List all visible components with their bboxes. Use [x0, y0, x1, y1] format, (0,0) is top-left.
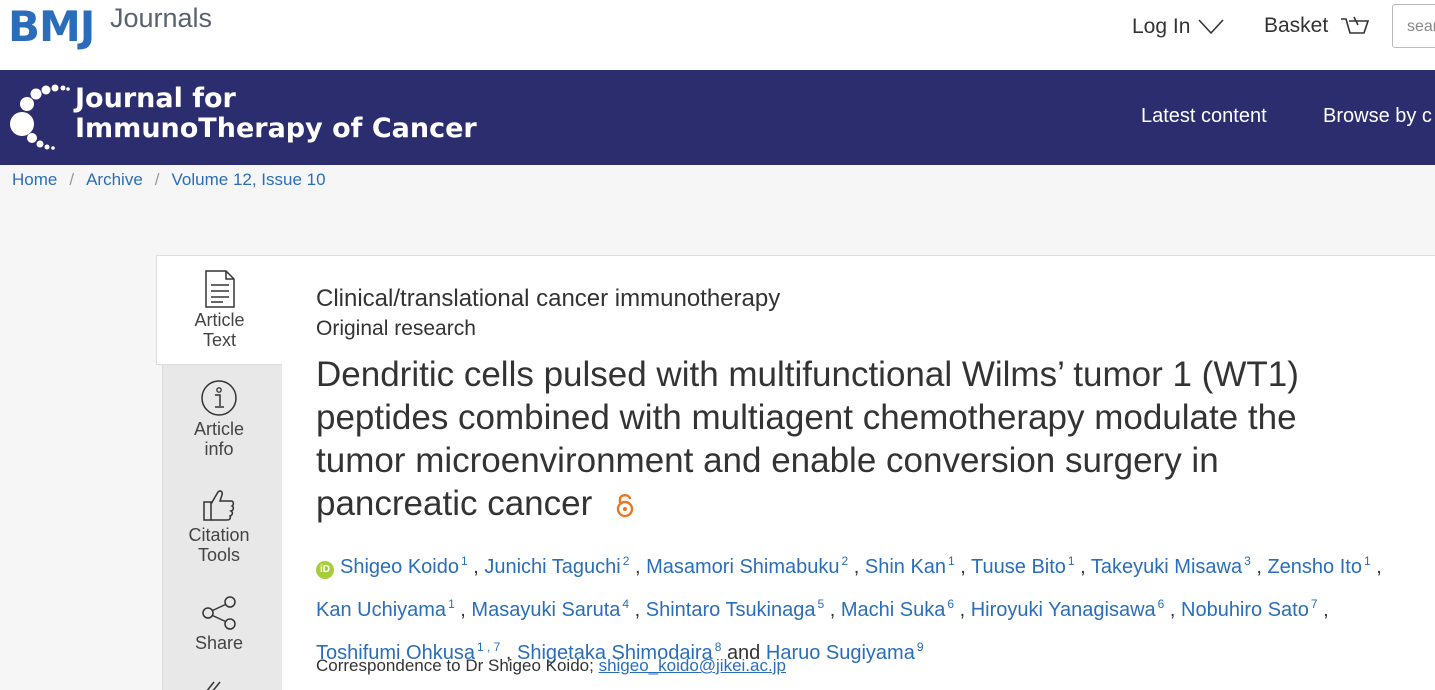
journals-label[interactable]: Journals — [110, 3, 212, 34]
author-link[interactable]: Junichi Taguchi — [484, 556, 620, 578]
affiliation-ref[interactable]: 1 — [1068, 554, 1075, 568]
tab-article-text-line1: Article — [194, 310, 245, 330]
login-label: Log In — [1132, 15, 1191, 38]
author-link[interactable]: Tuuse Bito — [971, 556, 1066, 578]
affiliation-ref[interactable]: 4 — [622, 597, 629, 611]
journal-title-line1: Journal for — [75, 83, 236, 114]
bmj-logo[interactable]: BMJ — [8, 2, 95, 51]
author-link[interactable]: Hiroyuki Yanagisawa — [971, 599, 1156, 621]
basket-label: Basket — [1264, 14, 1329, 37]
author-link[interactable]: Shintaro Tsukinaga — [646, 599, 816, 621]
affiliation-ref[interactable]: 2 — [623, 554, 630, 568]
affiliation-ref[interactable]: 1 — [461, 554, 468, 568]
thumbs-up-icon — [203, 490, 235, 521]
tab-article-info-line2: info — [204, 439, 234, 459]
affiliation-ref[interactable]: 1 — [1364, 554, 1371, 568]
affiliation-ref[interactable]: 1 — [948, 554, 955, 568]
affiliation-ref[interactable]: 5 — [818, 597, 825, 611]
author-link[interactable]: Shigeo Koido — [340, 556, 459, 578]
info-icon — [201, 380, 237, 416]
breadcrumb-home[interactable]: Home — [12, 170, 57, 190]
search-input[interactable]: search — [1392, 4, 1435, 48]
author-link[interactable]: Masamori Shimabuku — [646, 556, 839, 578]
tab-citation-tools[interactable]: Citation Tools — [156, 487, 282, 565]
author-link[interactable]: Nobuhiro Sato — [1181, 599, 1309, 621]
journal-header: Journal for ImmunoTherapy of Cancer Late… — [0, 70, 1435, 165]
breadcrumb-separator: / — [69, 170, 75, 189]
correspondence-email[interactable]: shigeo_koido@jikei.ac.jp — [599, 656, 786, 675]
nav-browse-by[interactable]: Browse by c — [1323, 105, 1432, 128]
affiliation-ref[interactable]: 2 — [842, 554, 849, 568]
journal-logo-icon[interactable] — [6, 78, 70, 154]
author-link[interactable]: Haruo Sugiyama — [766, 642, 915, 664]
affiliation-ref[interactable]: 9 — [917, 640, 924, 654]
top-bar: BMJ Journals Log In Basket search — [0, 0, 1435, 70]
author-link[interactable]: Zensho Ito — [1267, 556, 1362, 578]
author-link[interactable]: Machi Suka — [841, 599, 946, 621]
basket-button[interactable]: Basket — [1264, 14, 1370, 38]
affiliation-ref[interactable]: 8 — [715, 640, 722, 654]
author-link[interactable]: Kan Uchiyama — [316, 599, 446, 621]
article-title: Dendritic cells pulsed with multifunctio… — [316, 353, 1376, 525]
affiliation-ref[interactable]: 6 — [947, 597, 954, 611]
journal-title[interactable]: Journal for ImmunoTherapy of Cancer — [75, 84, 477, 144]
basket-icon — [1341, 16, 1370, 34]
breadcrumb-separator: / — [154, 170, 160, 189]
nav-latest-content[interactable]: Latest content — [1141, 105, 1267, 128]
orcid-icon[interactable]: iD — [316, 561, 334, 579]
tab-citation-tools-line2: Tools — [197, 545, 241, 565]
share-icon — [202, 596, 236, 630]
tab-share-line1: Share — [194, 633, 244, 653]
breadcrumb: Home / Archive / Volume 12, Issue 10 — [12, 170, 326, 190]
tab-share[interactable]: Share — [156, 595, 282, 653]
correspondence: Correspondence to Dr Shigeo Koido; shige… — [316, 656, 786, 676]
correspondence-prefix: Correspondence to Dr Shigeo Koido; — [316, 656, 594, 675]
tab-article-text-line2: Text — [202, 330, 236, 350]
breadcrumb-issue[interactable]: Volume 12, Issue 10 — [172, 170, 326, 190]
open-access-icon — [616, 494, 634, 518]
next-tab-icon — [206, 681, 221, 690]
author-link[interactable]: Takeyuki Misawa — [1091, 556, 1242, 578]
author-link[interactable]: Masayuki Saruta — [471, 599, 620, 621]
article-side-tabs: Article Text Article info Citation Tools… — [156, 255, 282, 690]
affiliation-ref[interactable]: 1 , 7 — [477, 640, 500, 654]
article-category: Clinical/translational cancer immunother… — [316, 285, 781, 312]
breadcrumb-archive[interactable]: Archive — [86, 170, 143, 190]
tab-article-info[interactable]: Article info — [156, 379, 282, 459]
chevron-down-icon — [1198, 19, 1224, 35]
affiliation-ref[interactable]: 3 — [1244, 554, 1251, 568]
login-button[interactable]: Log In — [1132, 15, 1224, 39]
tab-article-info-line1: Article — [193, 419, 244, 439]
article-type: Original research — [316, 317, 476, 340]
affiliation-ref[interactable]: 6 — [1158, 597, 1165, 611]
author-list: iD Shigeo Koido 1 , Junichi Taguchi 2 , Mas… — [316, 554, 1382, 664]
article-title-text: Dendritic cells pulsed with multifunctio… — [316, 355, 1299, 523]
affiliation-ref[interactable]: 7 — [1311, 597, 1318, 611]
affiliation-ref[interactable]: 1 — [448, 597, 455, 611]
document-icon — [204, 270, 235, 308]
tab-citation-tools-line1: Citation — [188, 525, 250, 545]
author-link[interactable]: Shin Kan — [865, 556, 946, 578]
tab-article-text[interactable]: Article Text — [156, 255, 282, 365]
journal-title-line2: ImmunoTherapy of Cancer — [75, 113, 477, 144]
